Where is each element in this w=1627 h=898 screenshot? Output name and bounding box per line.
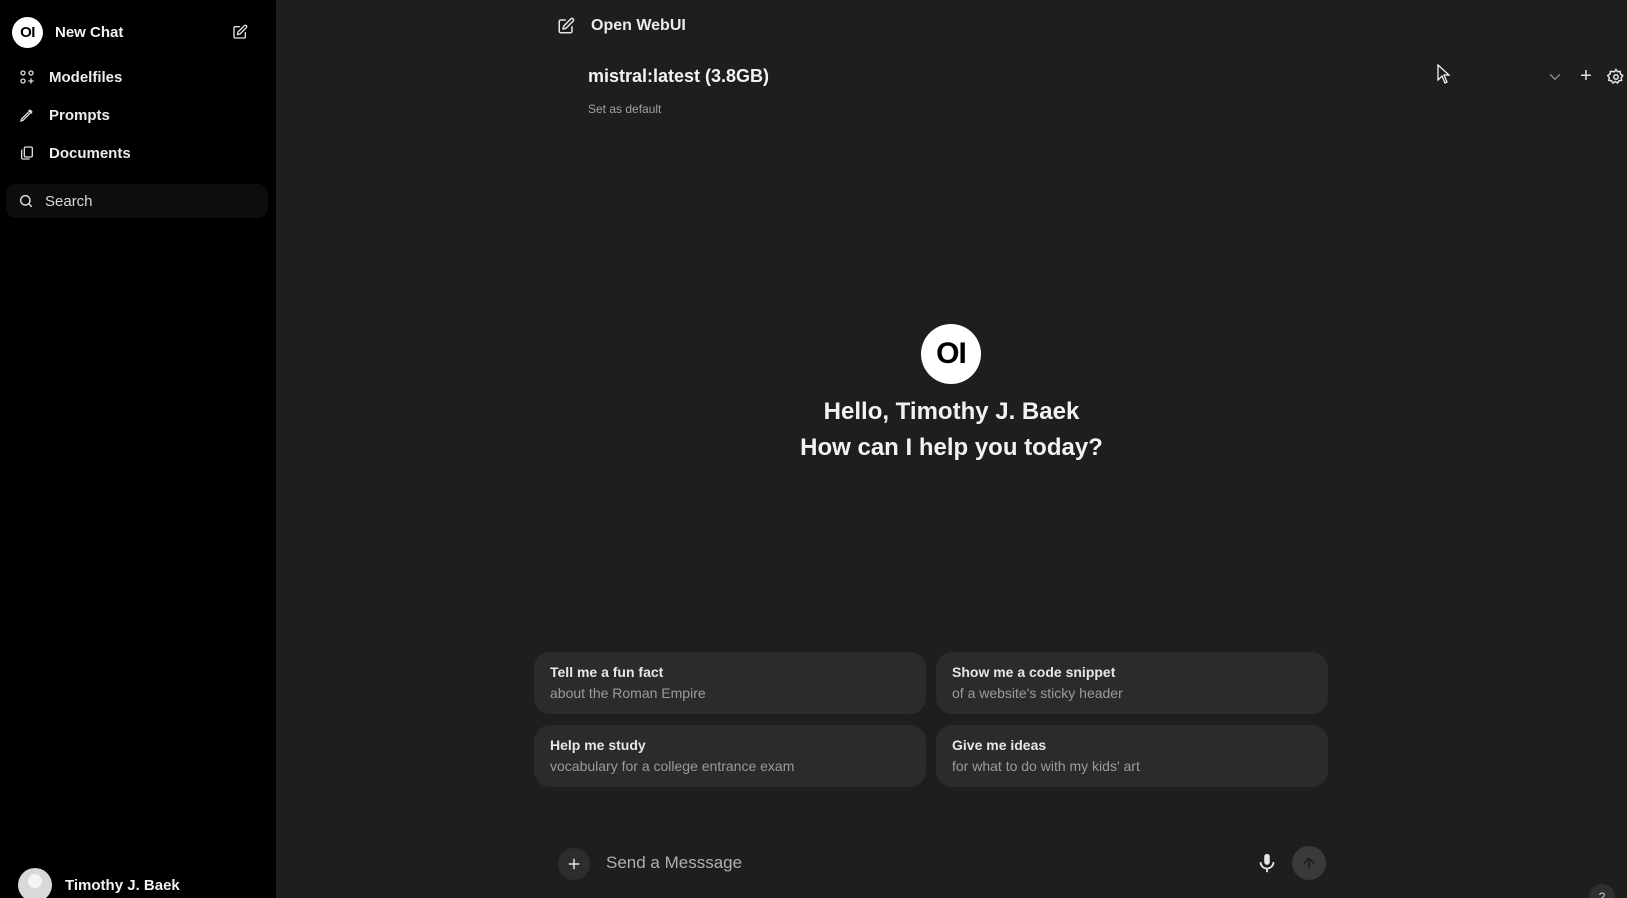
suggestion-title: Give me ideas [952,737,1047,753]
search-label: Search [45,192,93,210]
new-chat-icon[interactable] [557,17,575,35]
sidebar-search[interactable]: Search [6,184,268,218]
suggestion-subtitle: for what to do with my kids' art [952,758,1140,774]
mouse-cursor-icon [1437,64,1451,84]
suggestion-title: Tell me a fun fact [550,664,664,680]
send-button[interactable] [1292,846,1326,880]
chevron-down-icon[interactable] [1546,68,1564,86]
avatar [18,868,52,898]
suggestion-title: Help me study [550,737,646,753]
plus-icon [568,858,580,870]
suggestion-subtitle: about the Roman Empire [550,685,706,701]
new-chat-button[interactable]: OI New Chat [8,14,260,50]
greeting-title: Hello, Timothy J. Baek [823,398,1080,425]
pencil-icon [18,106,36,124]
suggestion-title: Show me a code snippet [952,664,1116,680]
new-chat-label: New Chat [55,23,124,41]
greeting-subtitle: How can I help you today? [800,434,1103,461]
suggestion-card[interactable]: Tell me a fun fact about the Roman Empir… [534,652,926,714]
documents-icon [18,144,36,162]
search-icon [19,194,33,208]
sidebar: OI New Chat Modelfiles Prompts Documents… [0,0,276,898]
model-selector[interactable]: mistral:latest (3.8GB) + [588,62,1624,92]
suggestion-subtitle: vocabulary for a college entrance exam [550,758,795,774]
user-name: Timothy J. Baek [65,876,180,894]
user-menu[interactable]: Timothy J. Baek [18,868,258,898]
app-window: OI New Chat Modelfiles Prompts Documents… [0,0,1627,898]
sidebar-item-prompts[interactable]: Prompts [8,98,260,132]
suggestion-card[interactable]: Show me a code snippet of a website's st… [936,652,1328,714]
openwebui-logo: OI [12,16,43,48]
attach-button[interactable] [558,848,590,880]
message-input[interactable] [606,850,1226,876]
app-title: Open WebUI [591,17,686,34]
arrow-up-icon [1303,857,1315,869]
edit-icon[interactable] [232,24,248,40]
set-default-link[interactable]: Set as default [588,102,661,116]
microphone-icon[interactable] [1256,852,1278,874]
suggestion-card[interactable]: Give me ideas for what to do with my kid… [936,725,1328,787]
sidebar-item-documents[interactable]: Documents [8,136,260,170]
help-button[interactable]: ? [1589,884,1615,898]
hero-logo: OI [921,324,981,384]
top-bar: Open WebUI [557,12,686,40]
sidebar-item-modelfiles[interactable]: Modelfiles [8,60,260,94]
add-model-button[interactable]: + [1578,66,1594,86]
gear-icon[interactable] [1607,68,1625,86]
sidebar-item-label: Prompts [49,106,110,124]
model-name[interactable]: mistral:latest (3.8GB) [588,66,769,87]
sidebar-item-label: Modelfiles [49,68,123,86]
modelfiles-icon [18,68,36,86]
suggestion-card[interactable]: Help me study vocabulary for a college e… [534,725,926,787]
main-panel: Open WebUI mistral:latest (3.8GB) + Set … [276,0,1627,898]
suggestion-subtitle: of a website's sticky header [952,685,1123,701]
message-composer [550,840,1350,886]
sidebar-item-label: Documents [49,144,131,162]
